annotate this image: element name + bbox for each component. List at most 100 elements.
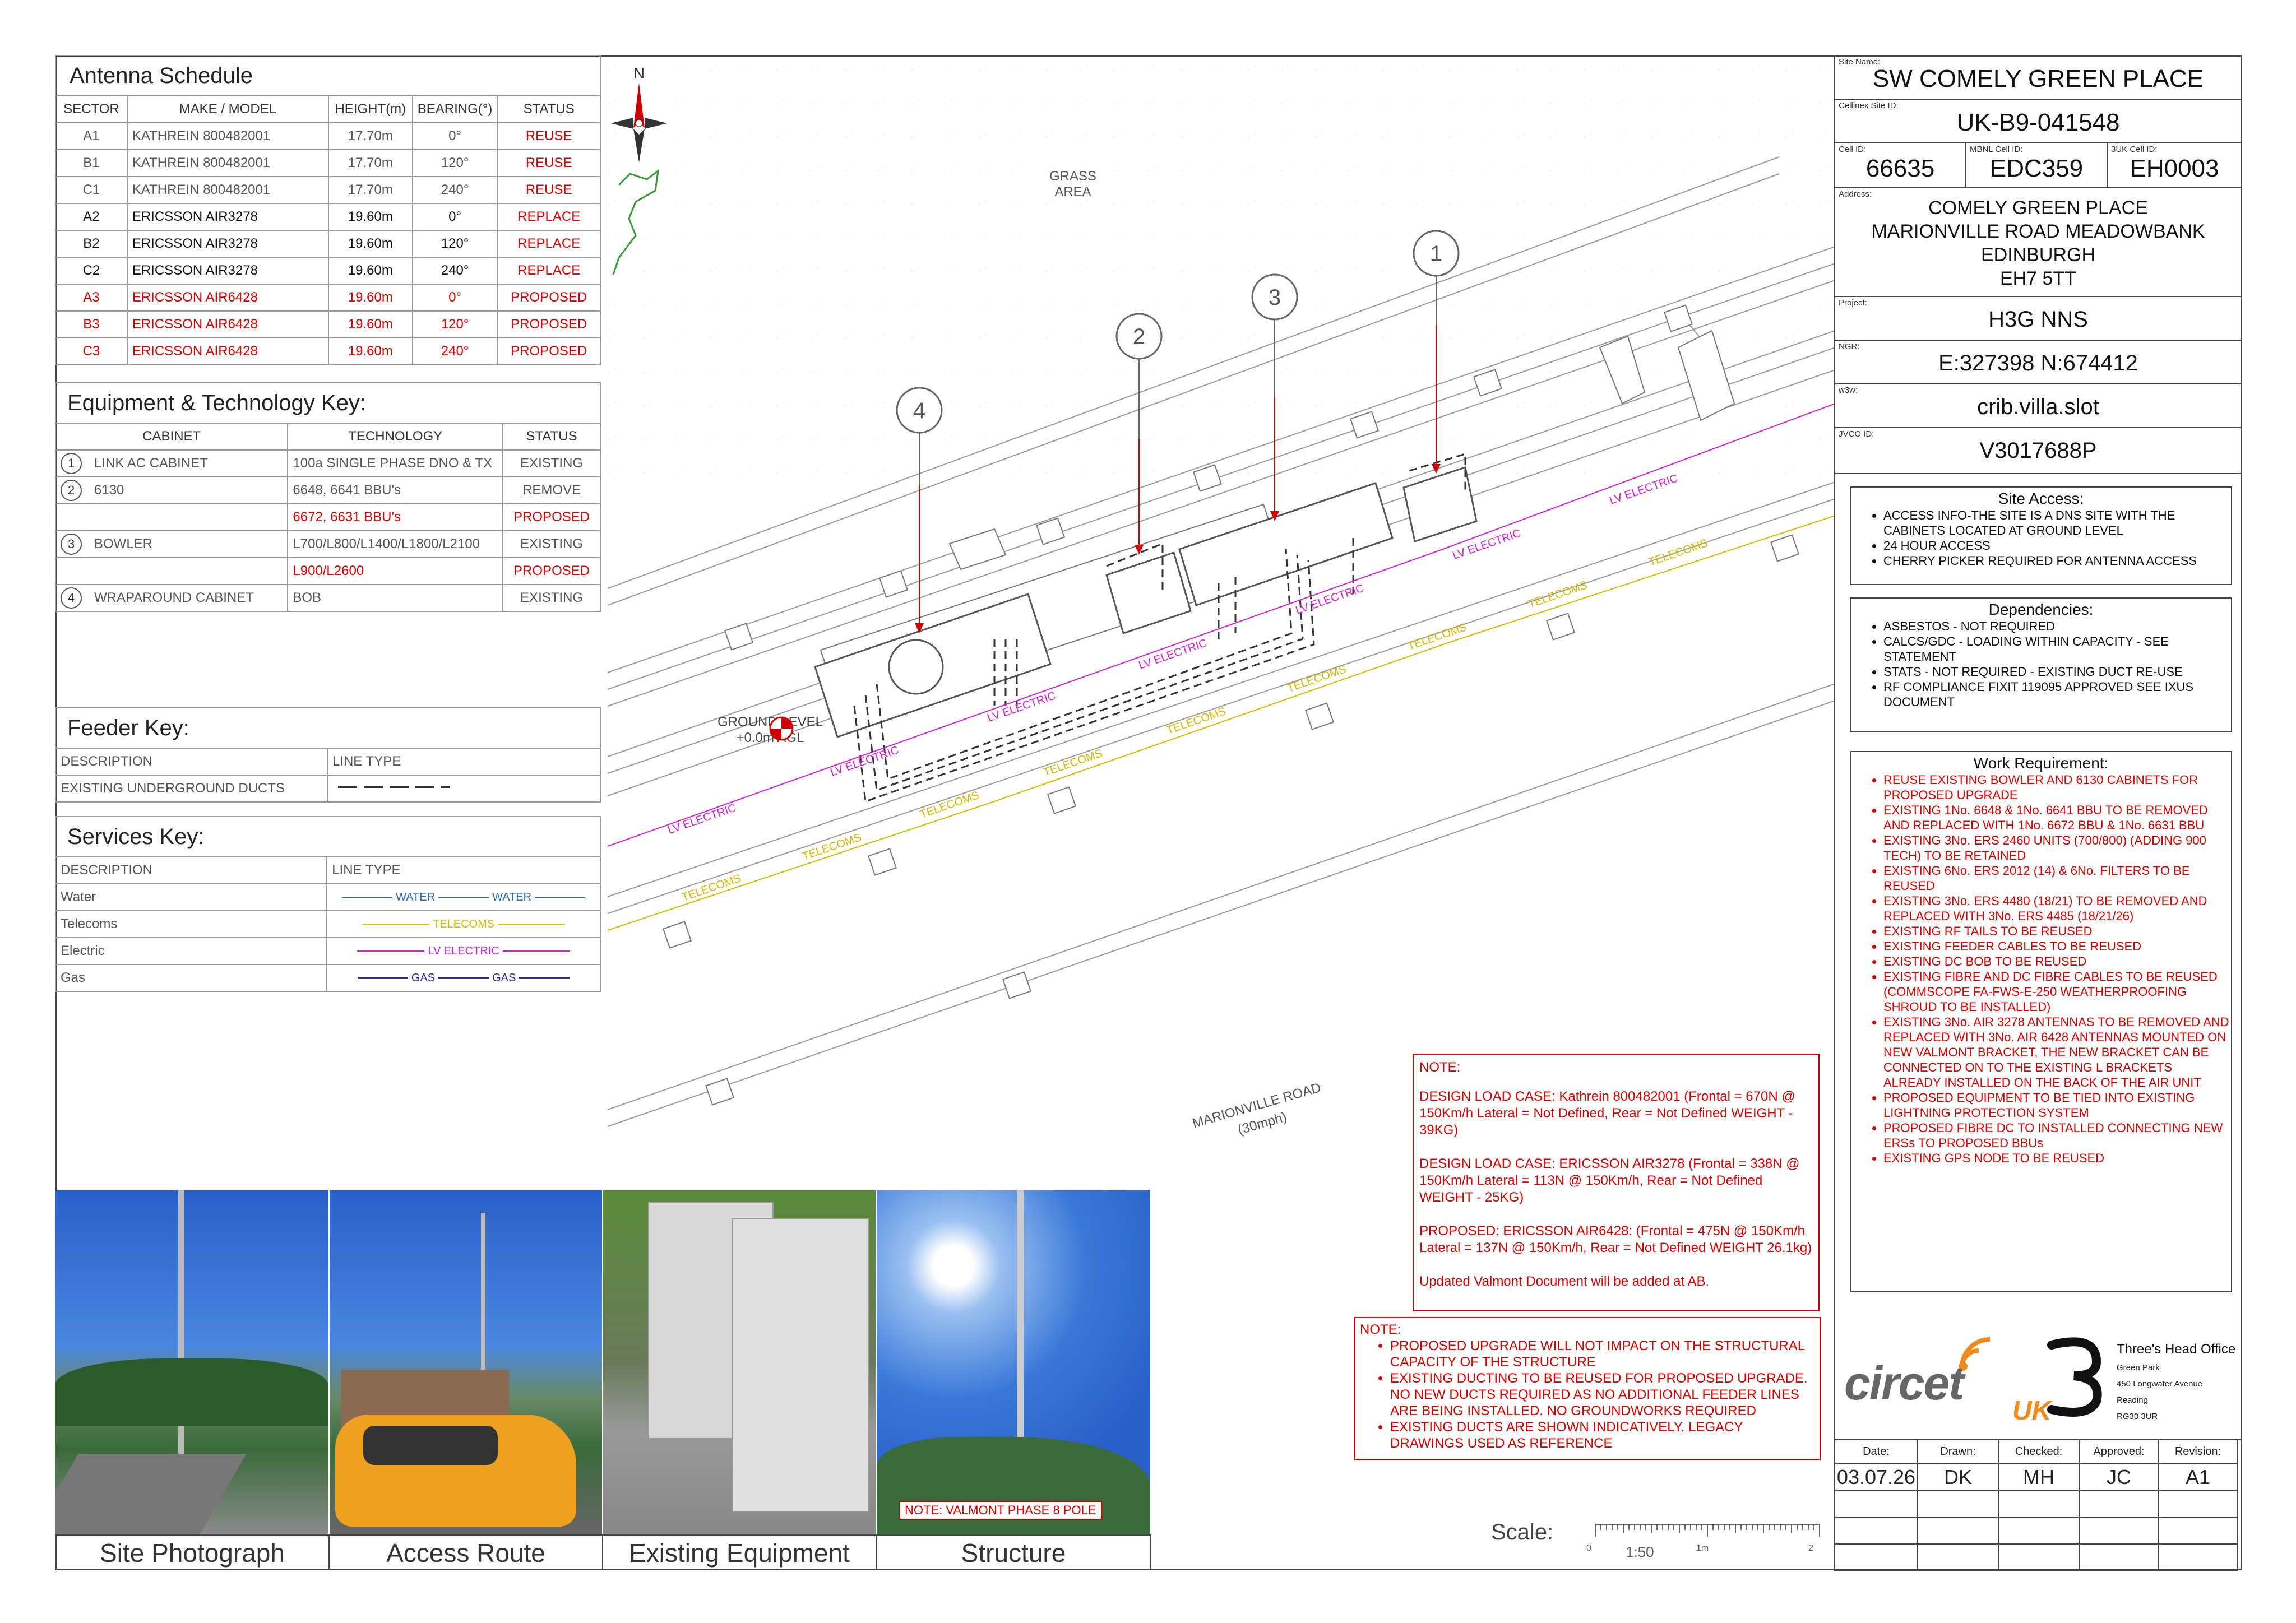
revision-value: 03.07.26 [1834,1463,1918,1491]
list-item: EXISTING 1No. 6648 & 1No. 6641 BBU TO BE… [1883,803,2231,833]
equipment-row: 4 WRAPAROUND CABINET BOB EXISTING [54,584,601,612]
antenna-header: SECTOR [55,95,128,123]
antenna-cell-sector: B1 [55,149,128,177]
antenna-cell-height: 19.60m [327,257,413,285]
svg-text:TELECOMS: TELECOMS [1526,579,1589,611]
access-route-photo [330,1190,602,1534]
antenna-header: STATUS [497,95,601,123]
antenna-cell-bearing: 240° [411,176,498,204]
svg-text:3: 3 [1269,285,1281,310]
equipment-tech-cell: 6648, 6641 BBU's [287,476,504,504]
revision-value: MH [1998,1463,2080,1491]
antenna-cell-model: KATHREIN 800482001 [126,176,329,204]
antenna-row: A1 KATHREIN 800482001 17.70m 0° REUSE [55,122,601,150]
services-line-label: TELECOMS [433,917,495,930]
svg-text:1: 1 [1430,242,1442,266]
feeder-table: DESCRIPTION LINE TYPE EXISTING UNDERGROU… [55,748,601,803]
feeder-key-title: Feeder Key: [55,707,601,748]
equipment-cabinet-cell: 3 BOWLER [54,530,289,558]
equipment-row: 3 BOWLER L700/L800/L1400/L1800/L2100 EXISTI… [54,530,601,558]
antenna-cell-bearing: 120° [411,310,498,338]
services-description: Electric [54,937,328,965]
list-item: PROPOSED FIBRE DC TO INSTALLED CONNECTIN… [1883,1120,2231,1151]
antenna-cell-model: ERICSSON AIR3278 [126,203,329,231]
equipment-row: 1 LINK AC CABINET 100a SINGLE PHASE DNO & … [54,449,601,477]
antenna-header: BEARING(°) [411,95,498,123]
antenna-cell-height: 17.70m [327,149,413,177]
threeuk-cell-id: EH0003 [2130,155,2219,182]
services-row: Telecoms TELECOMS [54,910,601,938]
equipment-tech-cell: 6672, 6631 BBU's [287,503,504,531]
ground-level-datum-icon [769,716,794,741]
antenna-cell-model: ERICSSON AIR6428 [126,337,329,365]
antenna-cell-model: KATHREIN 800482001 [126,122,329,150]
services-line-label: WATER [492,891,532,903]
antenna-cell-model: KATHREIN 800482001 [126,149,329,177]
list-item: EXISTING DC BOB TO BE REUSED [1883,954,2231,969]
services-row: Electric LV ELECTRIC [54,937,601,965]
mbnl-cell-id: EDC359 [1989,155,2084,182]
antenna-cell-sector: C3 [55,337,128,365]
list-item: EXISTING FEEDER CABLES TO BE REUSED [1883,939,2231,954]
work-requirement-title: Work Requirement: [1973,754,2109,772]
revision-value: DK [1917,1463,1999,1491]
address-line-1: COMELY GREEN PLACE [1928,197,2148,219]
antenna-cell-model: ERICSSON AIR6428 [126,284,329,312]
site-photograph [55,1190,328,1534]
antenna-row: B2 ERICSSON AIR3278 19.60m 120° REPLACE [55,230,601,258]
antenna-cell-height: 19.60m [327,230,413,258]
equipment-status-cell: EXISTING [502,584,601,612]
address-line-4: EH7 5TT [1999,268,2077,289]
equipment-cabinet-cell: 2 6130 [54,476,289,504]
svg-text:TELECOMS: TELECOMS [1285,663,1348,695]
antenna-cell-sector: B2 [55,230,128,258]
services-line-label: WATER [396,891,436,903]
three-office-title: Three's Head Office [2117,1342,2236,1357]
equipment-number-badge: 4 [61,587,82,609]
design-note-2: DESIGN LOAD CASE: ERICSSON AIR3278 (Fron… [1419,1156,1800,1205]
antenna-cell-bearing: 240° [411,337,498,365]
antenna-cell-model: ERICSSON AIR3278 [126,257,329,285]
equipment-key-title: Equipment & Technology Key: [55,382,601,423]
caption-site-photograph: Site Photograph [55,1534,330,1570]
antenna-schedule: Antenna Schedule SECTOR MAKE / MODEL HEIGH… [55,55,601,365]
equipment-cabinet-name: LINK AC CABINET [94,456,208,471]
equipment-number-badge: 3 [61,534,82,555]
antenna-cell-model: ERICSSON AIR6428 [126,310,329,338]
equipment-status-cell: REMOVE [502,476,601,504]
list-item: PROPOSED EQUIPMENT TO BE TIED INTO EXIST… [1883,1090,2231,1120]
list-item: EXISTING GPS NODE TO BE REUSED [1883,1151,2231,1166]
svg-text:GRASS: GRASS [1049,169,1096,184]
svg-text:AREA: AREA [1054,184,1091,200]
antenna-cell-bearing: 240° [411,257,498,285]
design-note-3: PROPOSED: ERICSSON AIR6428: (Frontal = 4… [1419,1223,1812,1255]
antenna-cell-bearing: 0° [411,284,498,312]
jvco-id: V3017688P [1979,438,2097,463]
address-cell: Address: COMELY GREEN PLACE MARIONVILLE … [1834,187,2242,297]
antenna-cell-status: REPLACE [497,230,601,258]
revision-header: Date: [1834,1439,1918,1464]
services-line-label: GAS [492,971,516,984]
list-item: CALCS/GDC - LOADING WITHIN CAPACITY - SE… [1883,634,2231,664]
services-description: Gas [54,964,328,992]
ngr: E:327398 N:674412 [1938,351,2138,375]
site-name: SW COMELY GREEN PLACE [1872,65,2204,92]
cell-id: 66635 [1866,155,1935,182]
services-row: Water WATER WATER [54,883,601,911]
antenna-cell-model: ERICSSON AIR3278 [126,230,329,258]
equipment-number-badge: 2 [61,480,82,501]
equipment-cabinet-cell: 1 LINK AC CABINET [54,449,289,477]
services-line-sample: GAS GAS [326,964,601,992]
project-cell: Project: H3G NNS [1834,296,2242,341]
w3w-cell: w3w: crib.villa.slot [1834,383,2242,428]
services-header-line-type: LINE TYPE [326,856,601,884]
structure-photo: NOTE: VALMONT PHASE 8 POLE [877,1190,1150,1534]
svg-text:LV ELECTRIC: LV ELECTRIC [985,689,1057,724]
list-item: EXISTING DUCTING TO BE REUSED FOR PROPOS… [1390,1370,1815,1419]
antenna-cell-status: REPLACE [497,257,601,285]
feeder-row-line [326,775,601,803]
equipment-table: CABINET TECHNOLOGY STATUS 1 LINK AC CABINET… [54,423,601,612]
equipment-number-badge: 1 [61,453,82,474]
feeder-header-description: DESCRIPTION [55,748,328,776]
svg-text:TELECOMS: TELECOMS [1647,537,1709,569]
